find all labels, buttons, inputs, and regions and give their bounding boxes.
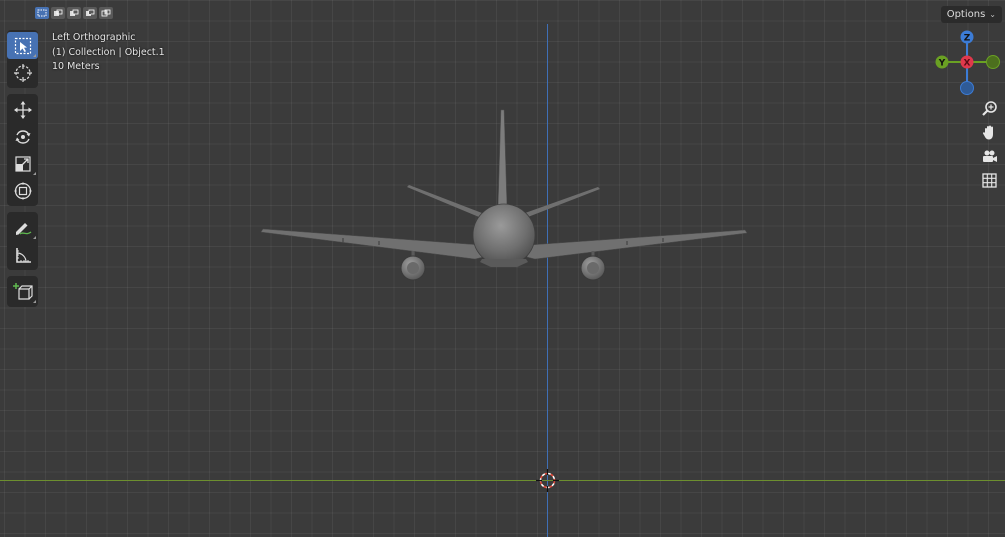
options-label: Options — [946, 9, 986, 20]
viewport-info-overlay: Left Orthographic (1) Collection | Objec… — [52, 31, 165, 75]
pan-button[interactable] — [977, 120, 1001, 144]
tool-variants-indicator — [33, 300, 36, 303]
select-extend-mode-icon[interactable] — [51, 7, 65, 19]
measure-tool[interactable] — [7, 241, 38, 268]
camera-view-button[interactable] — [977, 144, 1001, 168]
select-box-tool[interactable] — [7, 32, 38, 59]
ortho-toggle-button[interactable] — [977, 168, 1001, 192]
annotate-pencil-icon — [15, 222, 31, 235]
gizmo-neg-z-icon[interactable] — [960, 81, 974, 95]
view-name-text: Left Orthographic — [52, 32, 136, 43]
select-box-icon — [14, 37, 31, 54]
navigation-buttons — [977, 96, 1001, 192]
move-tool[interactable] — [7, 96, 38, 123]
select-subtract-mode-icon[interactable] — [67, 7, 81, 19]
annotate-tool[interactable] — [7, 214, 38, 241]
airplane-model[interactable] — [255, 105, 755, 295]
select-intersect-mode-icon[interactable] — [99, 7, 113, 19]
tool-group-select — [7, 30, 38, 88]
cursor-tool[interactable] — [7, 59, 38, 86]
tool-variants-indicator — [33, 236, 36, 239]
select-new-mode-icon[interactable] — [35, 7, 49, 19]
add-cube-tool[interactable] — [7, 278, 38, 305]
options-dropdown[interactable]: Options ⌄ — [940, 6, 1002, 23]
measure-ruler-icon — [15, 247, 31, 263]
scale-tool[interactable] — [7, 150, 38, 177]
navigation-gizmo[interactable]: Z Y X — [930, 28, 1004, 98]
gizmo-z-label: Z — [964, 34, 971, 44]
gizmo-x-label: X — [964, 59, 971, 69]
tool-group-annotate — [7, 212, 38, 270]
rotate-icon — [15, 129, 30, 144]
collection-info-text: (1) Collection | Object.1 — [52, 46, 165, 58]
tool-group-transform — [7, 94, 38, 206]
pan-hand-icon — [982, 125, 993, 139]
camera-icon — [982, 150, 997, 162]
gizmo-y-label: Y — [938, 59, 946, 69]
3d-cursor-icon[interactable] — [536, 469, 559, 492]
3d-viewport[interactable]: Options ⌄ Left Orthographic (1) Collecti… — [0, 0, 1005, 537]
chevron-down-icon: ⌄ — [989, 10, 996, 19]
move-arrows-icon — [13, 100, 32, 119]
select-difference-mode-icon[interactable] — [83, 7, 97, 19]
add-cube-icon — [12, 282, 33, 300]
transform-icon — [13, 181, 32, 200]
zoom-button[interactable] — [977, 96, 1001, 120]
zoom-magnifier-icon — [981, 100, 997, 116]
scale-icon — [14, 155, 31, 172]
tool-variants-indicator — [33, 172, 36, 175]
tool-group-add — [7, 276, 38, 307]
grid-icon — [981, 172, 997, 188]
rotate-tool[interactable] — [7, 123, 38, 150]
gizmo-neg-y-icon[interactable] — [986, 55, 1000, 69]
tool-variants-indicator — [33, 54, 36, 57]
transform-tool[interactable] — [7, 177, 38, 204]
tool-shelf — [7, 30, 38, 313]
cursor-crosshair-icon — [13, 63, 32, 82]
scale-info-text: 10 Meters — [52, 61, 100, 72]
horizontal-axis-line — [0, 480, 1005, 481]
selection-mode-group — [35, 7, 113, 19]
viewport-header: Options ⌄ — [0, 0, 1005, 26]
